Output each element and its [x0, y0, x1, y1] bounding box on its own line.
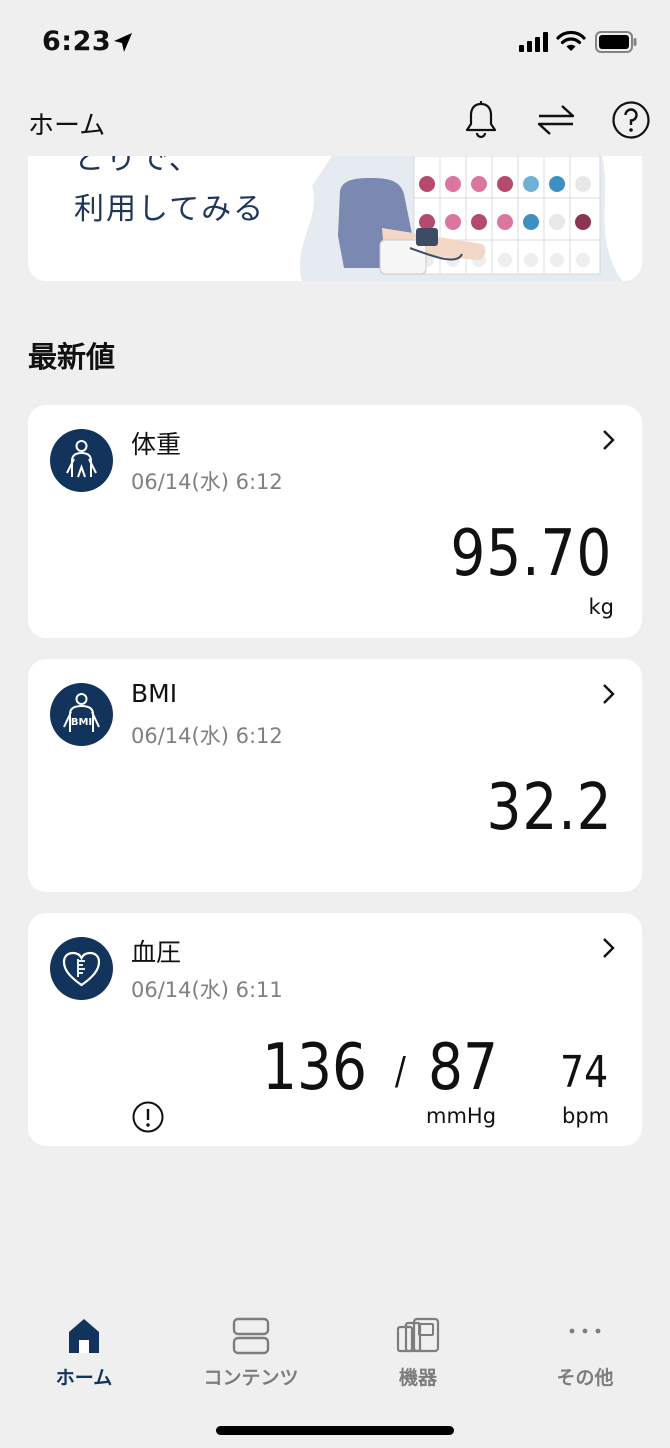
- page-title: ホーム: [28, 111, 106, 141]
- tab-home[interactable]: ホーム: [0, 1305, 168, 1405]
- card-title: 血圧: [131, 938, 182, 967]
- bp-slash: /: [394, 1049, 406, 1093]
- heart-icon: [50, 937, 113, 1000]
- bmi-card[interactable]: BMI BMI 06/14(水) 6:12 32.2: [28, 659, 642, 892]
- blood-pressure-card[interactable]: 血圧 06/14(水) 6:11 136 / 87 mmHg 74 bpm: [28, 913, 642, 1146]
- bmi-value: 32.2: [486, 771, 612, 845]
- devices-icon: [396, 1317, 440, 1353]
- help-icon[interactable]: [611, 100, 651, 140]
- card-title: BMI: [131, 679, 178, 708]
- chevron-right-icon: [603, 938, 615, 958]
- tab-label: コンテンツ: [203, 1367, 299, 1389]
- home-icon: [69, 1319, 99, 1353]
- tab-contents[interactable]: コンテンツ: [167, 1305, 335, 1405]
- wifi-icon: [556, 30, 586, 51]
- notification-bell-icon[interactable]: [464, 100, 498, 140]
- tab-more[interactable]: その他: [501, 1305, 669, 1405]
- svg-text:BMI: BMI: [71, 717, 92, 728]
- chevron-right-icon: [603, 430, 615, 450]
- alert-icon[interactable]: [131, 1100, 165, 1134]
- tab-label: その他: [556, 1367, 614, 1389]
- more-icon: [569, 1328, 601, 1334]
- location-arrow-icon: [114, 33, 132, 52]
- bp-unit: mmHg: [426, 1104, 497, 1128]
- diastolic-value: 87: [428, 1031, 499, 1105]
- tab-devices[interactable]: 機器: [334, 1305, 502, 1405]
- home-indicator: [216, 1426, 454, 1435]
- tab-label: 機器: [398, 1367, 437, 1389]
- weight-card[interactable]: 体重 06/14(水) 6:12 95.70 kg: [28, 405, 642, 638]
- person-icon: [50, 429, 113, 492]
- chevron-right-icon: [603, 684, 615, 704]
- pulse-unit: bpm: [562, 1104, 610, 1128]
- card-date: 06/14(水) 6:12: [131, 724, 283, 748]
- blood-pressure-calendar-illustration: [299, 156, 622, 281]
- weight-value: 95.70: [450, 517, 612, 591]
- battery-icon: [595, 31, 637, 53]
- status-time: 6:23: [42, 26, 112, 57]
- contents-icon: [232, 1317, 270, 1355]
- pulse-value: 74: [560, 1047, 609, 1098]
- cellular-signal-icon: [519, 32, 548, 52]
- status-bar: 6:23: [0, 0, 670, 90]
- promo-banner[interactable]: とりで、 利用してみる: [28, 156, 642, 281]
- card-date: 06/14(水) 6:12: [131, 470, 283, 494]
- tab-label: ホーム: [55, 1367, 113, 1389]
- section-title-latest: 最新値: [28, 340, 116, 374]
- card-date: 06/14(水) 6:11: [131, 978, 283, 1002]
- systolic-value: 136: [262, 1031, 368, 1105]
- card-title: 体重: [131, 430, 182, 459]
- sync-arrows-icon[interactable]: [536, 100, 576, 140]
- bmi-person-icon: BMI: [50, 683, 113, 746]
- banner-text: 利用してみる: [74, 192, 266, 227]
- weight-unit: kg: [588, 595, 615, 619]
- banner-text-top: とりで、: [74, 156, 201, 177]
- app-header: ホーム: [0, 90, 670, 156]
